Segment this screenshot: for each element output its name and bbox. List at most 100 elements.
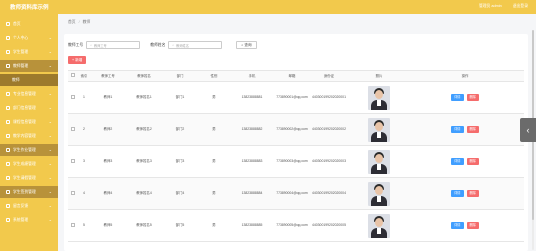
column-header: 性别 [210,73,218,78]
table-header: 索引 教师工号 教师姓名 部门 性别 手机 邮箱 身份证 照片 操作 [68,70,524,82]
content-icon [6,134,10,138]
sidebar-item-label: 学生作业管理 [13,147,36,152]
user-icon [6,36,10,40]
operations: 详情 删除 [410,126,520,133]
main-content: 首页 / 教师 教师工号 ⌕ 教师工号 教师姓名 ⌕ 教师姓名 ⌕ 查询 + 新增 索引… [58,14,536,251]
sidebar-item-feedback[interactable]: 留言反馈 ⌄ [0,200,58,212]
system-icon [6,218,10,222]
view-button[interactable]: 详情 [451,190,464,197]
teacher-photo[interactable] [368,117,390,142]
operations: 详情 删除 [410,190,520,197]
student-icon [6,50,10,54]
breadcrumb-home[interactable]: 首页 [68,20,76,24]
column-header: 邮箱 [288,73,296,78]
sidebar-item-label: 教师 [12,77,20,82]
sidebar-item-label: 专业信息管理 [13,91,36,96]
chevron-down-icon: ⌄ [48,203,52,208]
teacher-name: 教师姓名5 [136,223,152,228]
photo-cell [348,117,410,142]
sidebar-item-label: 学生签到管理 [13,189,36,194]
row-checkbox[interactable] [68,94,78,100]
sidebar-item-grades[interactable]: 学生成绩管理 ⌄ [0,158,58,170]
delete-button[interactable]: 删除 [466,94,479,101]
photo-cell [348,213,410,238]
breadcrumb-current: 教师 [82,20,91,24]
teacher-photo[interactable] [368,149,390,174]
sidebar-item-content[interactable]: 教学内容管理 ⌄ [0,130,58,142]
dept-icon [6,106,10,110]
teacher-name-label: 教师姓名 [150,42,166,47]
email: 773890001@qq.com [276,95,308,100]
department: 部门5 [175,223,185,228]
column-header: 部门 [176,73,184,78]
sidebar-item-profile[interactable]: 个人中心 ⌄ [0,32,58,44]
teacher-photo[interactable] [368,213,390,238]
home-icon [6,22,10,26]
sidebar-item-system[interactable]: 系统管理 ⌄ [0,214,58,226]
sidebar-item-students[interactable]: 学生管理 ⌄ [0,46,58,58]
sidebar-item-departments[interactable]: 部门信息管理 ⌄ [0,102,58,114]
sidebar: 首页 个人中心 ⌄ 学生管理 ⌄ 教师管理 ⌄ 教师 专业信息管理 ⌄ 部门信息管理 ⌄ … [0,14,58,251]
chevron-down-icon: ⌄ [48,161,52,166]
column-header: 手机 [248,73,256,78]
phone: 13823888881 [241,95,263,100]
delete-button[interactable]: 删除 [466,190,479,197]
sidebar-item-majors[interactable]: 专业信息管理 ⌄ [0,88,58,100]
course-icon [6,120,10,124]
delete-button[interactable]: 删除 [466,222,479,229]
operations: 详情 删除 [410,158,520,165]
delete-button[interactable]: 删除 [466,158,479,165]
sidebar-item-homework[interactable]: 学生作业管理 ⌄ [0,144,58,156]
view-button[interactable]: 详情 [451,126,464,133]
row-checkbox[interactable] [68,222,78,228]
column-header: 教师姓名 [137,73,151,78]
table-row: 3 教师3 教师姓名3 部门3 男 13823888883 773890003@… [68,146,524,178]
chevron-down-icon: ⌄ [48,35,52,40]
sidebar-item-label: 课程信息管理 [13,119,36,124]
user-label[interactable]: 管理员 admin [479,4,502,8]
sidebar-item-teachers[interactable]: 教师管理 ⌄ [0,60,58,72]
logout-link[interactable]: 退出登录 [513,4,528,8]
search-button[interactable]: ⌕ 查询 [236,41,257,49]
add-button[interactable]: + 新增 [68,56,87,64]
message-icon [6,204,10,208]
top-bar: 教师资料库示例 管理员 admin 退出登录 [0,0,536,14]
table-row: 5 教师5 教师姓名5 部门5 男 13823888885 773890005@… [68,210,524,242]
gender: 男 [212,191,216,196]
select-all-checkbox[interactable] [68,73,78,78]
teacher-name: 教师姓名2 [136,127,152,132]
teacher-name-input[interactable]: ⌕ 教师姓名 [168,41,223,49]
email: 773890002@qq.com [276,127,308,132]
sidebar-item-home[interactable]: 首页 [0,18,58,30]
teacher-no: 教师1 [103,95,113,100]
search-row: 教师工号 ⌕ 教师工号 教师姓名 ⌕ 教师姓名 ⌕ 查询 [68,40,257,50]
table-row: 1 教师1 教师姓名1 部门1 男 13823888881 773890001@… [68,82,524,114]
id-card: 440300199202020004 [312,191,346,196]
view-button[interactable]: 详情 [451,158,464,165]
row-checkbox[interactable] [68,158,78,164]
sidebar-item-label: 部门信息管理 [13,105,36,110]
column-header: 操作 [461,73,469,78]
photo-cell [348,149,410,174]
chevron-left-icon[interactable]: ‹ [520,118,536,142]
teacher-photo[interactable] [368,85,390,110]
row-checkbox[interactable] [68,126,78,132]
teacher-no: 教师2 [103,127,113,132]
sidebar-subitem-teacher[interactable]: 教师 [0,74,58,86]
search-icon: ⌕ [90,43,92,47]
view-button[interactable]: 详情 [451,222,464,229]
gender: 男 [212,223,216,228]
department: 部门4 [175,191,185,196]
view-button[interactable]: 详情 [451,94,464,101]
sidebar-item-signin[interactable]: 学生签到管理 ⌄ [0,186,58,198]
teacher-no-label: 教师工号 [68,42,84,47]
sidebar-item-leave[interactable]: 学生请假管理 ⌄ [0,172,58,184]
sidebar-item-label: 教师管理 [13,63,29,68]
teacher-photo[interactable] [368,181,390,206]
delete-button[interactable]: 删除 [466,126,479,133]
sidebar-item-courses[interactable]: 课程信息管理 ⌄ [0,116,58,128]
teacher-table: 索引 教师工号 教师姓名 部门 性别 手机 邮箱 身份证 照片 操作 1 教师1… [68,70,524,242]
department: 部门1 [175,95,185,100]
teacher-no-input[interactable]: ⌕ 教师工号 [86,41,141,49]
row-checkbox[interactable] [68,190,78,196]
